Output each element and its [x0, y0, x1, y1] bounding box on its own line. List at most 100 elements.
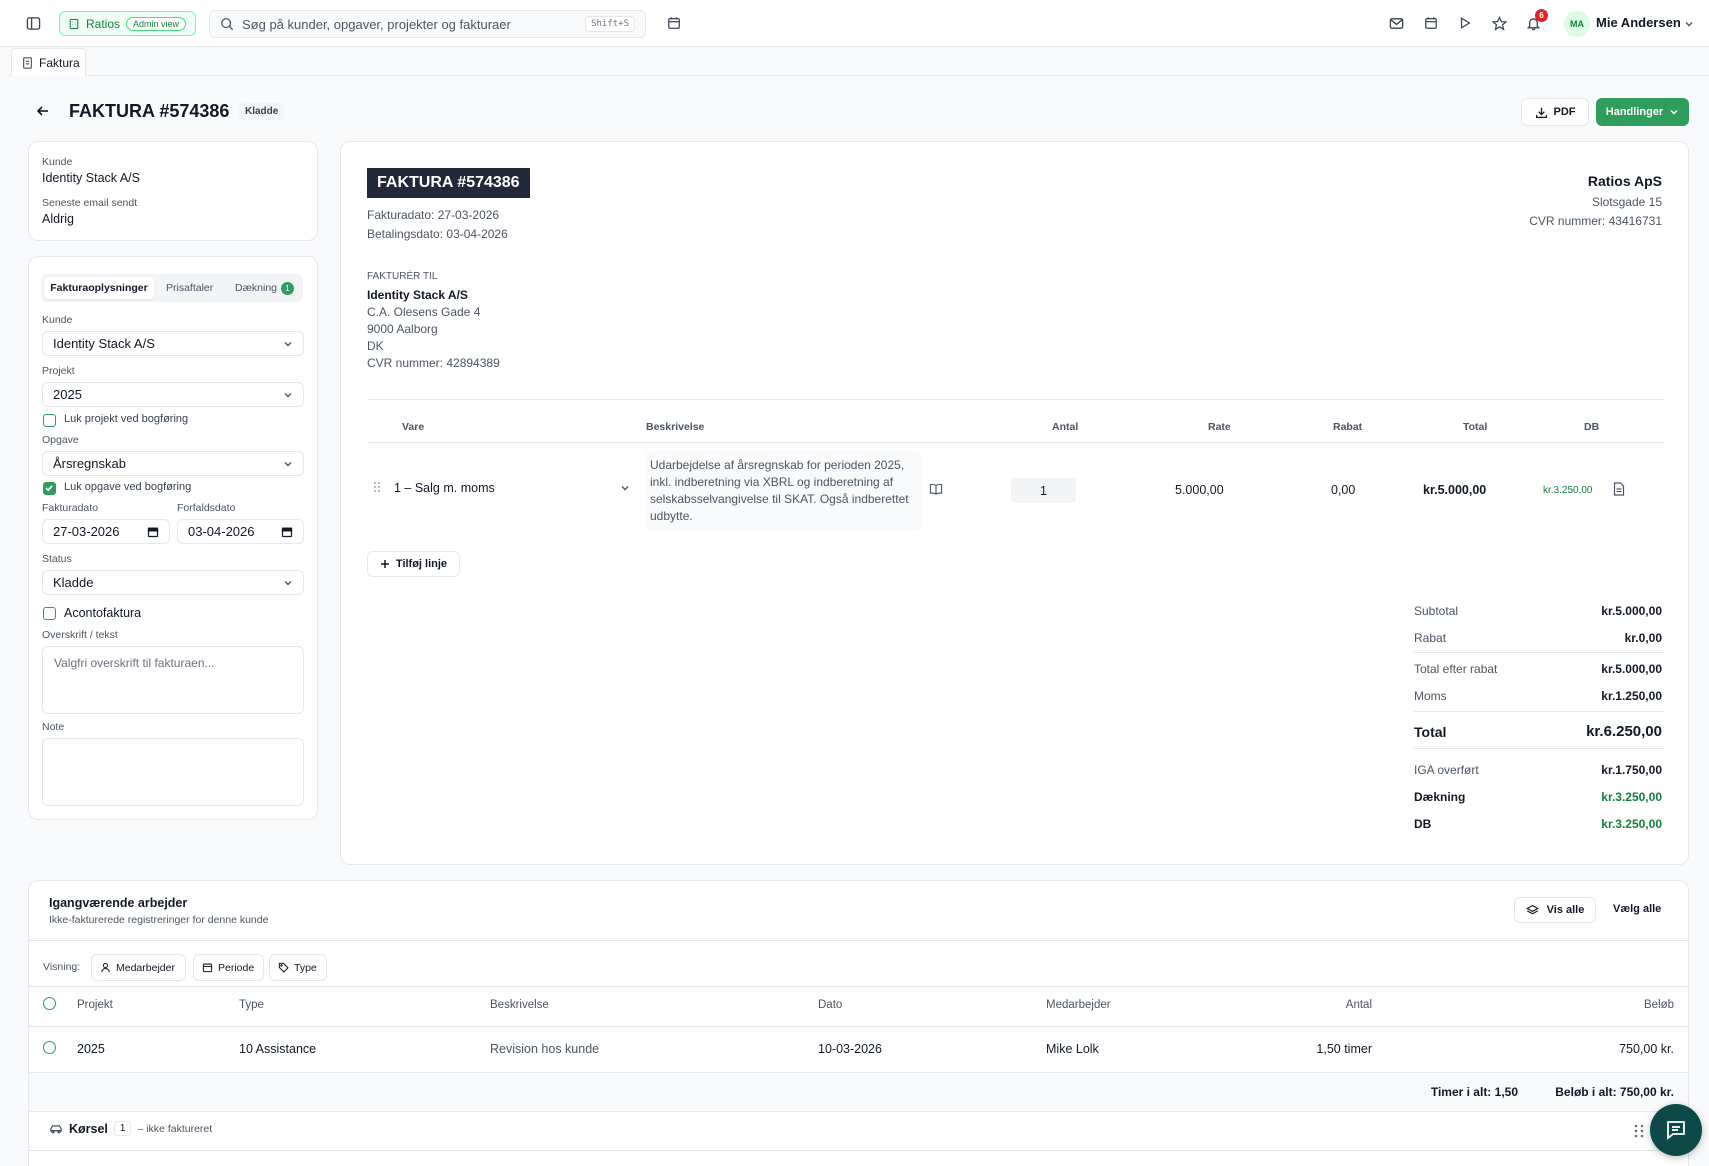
heading-textarea[interactable]: Valgfri overskrift til fakturaen...	[42, 646, 304, 714]
projekt-value: 2025	[53, 387, 82, 402]
row-projekt: 2025	[77, 1042, 105, 1056]
invoice-date-input[interactable]: 27-03-2026	[42, 519, 170, 544]
projekt-select[interactable]: 2025	[42, 382, 304, 407]
play-icon[interactable]	[1458, 16, 1472, 30]
note-textarea[interactable]	[42, 738, 304, 806]
brand-switcher[interactable]: Ratios Admin view	[59, 11, 196, 36]
row-antal: 1,50 timer	[1316, 1042, 1372, 1056]
back-arrow-icon[interactable]	[35, 103, 51, 119]
select-all-checkbox[interactable]	[43, 997, 56, 1010]
drag-handle-icon[interactable]	[373, 481, 381, 493]
vat-value: kr.1.250,00	[1601, 689, 1662, 703]
plus-icon	[380, 559, 390, 569]
heading-label: Overskrift / tekst	[42, 629, 118, 641]
col-header-db: DB	[1584, 421, 1600, 433]
aconto-checkbox[interactable]	[43, 607, 56, 620]
close-task-label: Luk opgave ved bogføring	[64, 481, 192, 493]
search-placeholder: Søg på kunder, opgaver, projekter og fak…	[242, 16, 511, 32]
divider	[29, 1150, 1688, 1151]
invoice-preview-card: FAKTURA #574386 Fakturadato: 27-03-2026 …	[340, 141, 1689, 865]
tab-prisaftaler[interactable]: Prisaftaler	[166, 277, 213, 299]
user-name[interactable]: Mie Andersen	[1596, 15, 1681, 30]
item-value: 1 – Salg m. moms	[394, 481, 495, 495]
tab-fakturaoplysninger[interactable]: Fakturaoplysninger	[44, 277, 154, 299]
row-checkbox[interactable]	[43, 1041, 56, 1054]
chevron-down-icon[interactable]	[1684, 19, 1694, 29]
tab-faktura[interactable]: Faktura	[11, 48, 86, 76]
due-date-input[interactable]: 03-04-2026	[177, 519, 304, 544]
building-icon	[68, 18, 80, 30]
discount-value[interactable]: 0,00	[1331, 483, 1355, 497]
ongoing-title: Igangværende arbejder	[49, 896, 188, 910]
invoice-date-label: Fakturadato	[42, 502, 99, 514]
check-icon	[45, 485, 53, 492]
mail-icon[interactable]	[1389, 16, 1404, 31]
page-tab-strip	[7, 47, 1709, 76]
coverage-value: kr.3.250,00	[1601, 790, 1662, 804]
total-value: kr.6.250,00	[1586, 723, 1662, 740]
mileage-section-header[interactable]: Kørsel 1 – ikke faktureret	[49, 1121, 212, 1136]
opgave-select[interactable]: Årsregnskab	[42, 451, 304, 476]
row-medarbejder: Mike Lolk	[1046, 1042, 1099, 1056]
show-all-button[interactable]: Vis alle	[1514, 897, 1596, 923]
calendar-icon[interactable]	[1424, 16, 1438, 30]
divider	[367, 442, 1664, 443]
opgave-value: Årsregnskab	[53, 456, 126, 471]
col-header-beskrivelse: Beskrivelse	[646, 421, 705, 433]
star-icon[interactable]	[1492, 16, 1507, 31]
document-icon[interactable]	[1613, 482, 1625, 496]
book-icon[interactable]	[929, 483, 943, 495]
row-beskrivelse: Revision hos kunde	[490, 1042, 600, 1056]
kunde-label: Kunde	[42, 314, 73, 326]
rate-value[interactable]: 5.000,00	[1175, 483, 1224, 497]
pdf-button[interactable]: PDF	[1521, 98, 1589, 126]
item-select[interactable]: 1 – Salg m. moms	[394, 478, 630, 498]
search-icon	[220, 17, 234, 31]
tab-daekning[interactable]: Dækning 1	[235, 277, 295, 299]
status-select[interactable]: Kladde	[42, 570, 304, 595]
col-header-vare: Vare	[402, 421, 425, 433]
drag-handle-icon[interactable]	[1634, 1123, 1644, 1139]
filter-periode[interactable]: Periode	[193, 954, 264, 981]
opgave-label: Opgave	[42, 434, 79, 446]
form-tabs: Fakturaoplysninger Prisaftaler Dækning 1	[41, 274, 303, 302]
calendar-icon	[281, 526, 293, 538]
avatar[interactable]: MA	[1564, 11, 1590, 37]
subtotal-value: kr.5.000,00	[1601, 604, 1662, 618]
global-search[interactable]: Søg på kunder, opgaver, projekter og fak…	[209, 10, 646, 38]
status-badge: Kladde	[239, 103, 285, 120]
email-sent-value: Aldrig	[42, 212, 74, 226]
status-label: Status	[42, 553, 72, 565]
download-icon	[1535, 106, 1548, 119]
select-all-button[interactable]: Vælg alle	[1613, 903, 1661, 915]
chip-label: Periode	[218, 961, 255, 974]
filter-medarbejder[interactable]: Medarbejder	[91, 954, 186, 981]
qty-input[interactable]: 1	[1011, 478, 1076, 503]
tab-label: Prisaftaler	[166, 282, 214, 294]
actions-button[interactable]: Handlinger	[1596, 98, 1689, 126]
invoice-title: FAKTURA #574386	[367, 168, 530, 198]
calendar-icon[interactable]	[667, 16, 681, 30]
calendar-icon	[202, 962, 213, 973]
sidebar-toggle-icon[interactable]	[26, 16, 41, 31]
iga-label: IGA overført	[1414, 763, 1479, 777]
tab-label: Fakturaoplysninger	[50, 282, 148, 294]
due-date-value: 03-04-2026	[188, 524, 255, 539]
close-task-checkbox[interactable]	[43, 482, 56, 495]
close-project-checkbox[interactable]	[43, 414, 56, 427]
kunde-select[interactable]: Identity Stack A/S	[42, 331, 304, 356]
tag-icon	[278, 962, 289, 973]
divider	[29, 986, 1688, 987]
filter-type[interactable]: Type	[269, 954, 327, 981]
chat-button[interactable]	[1650, 1104, 1702, 1156]
close-project-label: Luk projekt ved bogføring	[64, 413, 189, 425]
company-name: Ratios ApS	[1587, 173, 1662, 189]
aconto-label: Acontofaktura	[64, 606, 142, 620]
col-header-medarbejder: Medarbejder	[1046, 999, 1111, 1011]
bill-to-label: FAKTURÉR TIL	[367, 271, 438, 282]
add-line-button[interactable]: Tilføj linje	[367, 551, 460, 577]
ongoing-subtitle: Ikke-fakturerede registreringer for denn…	[49, 914, 269, 926]
row-belob: 750,00 kr.	[1619, 1042, 1674, 1056]
description-textarea[interactable]: Udarbejdelse af årsregnskab for perioden…	[646, 451, 921, 531]
brand-name: Ratios	[86, 16, 121, 31]
